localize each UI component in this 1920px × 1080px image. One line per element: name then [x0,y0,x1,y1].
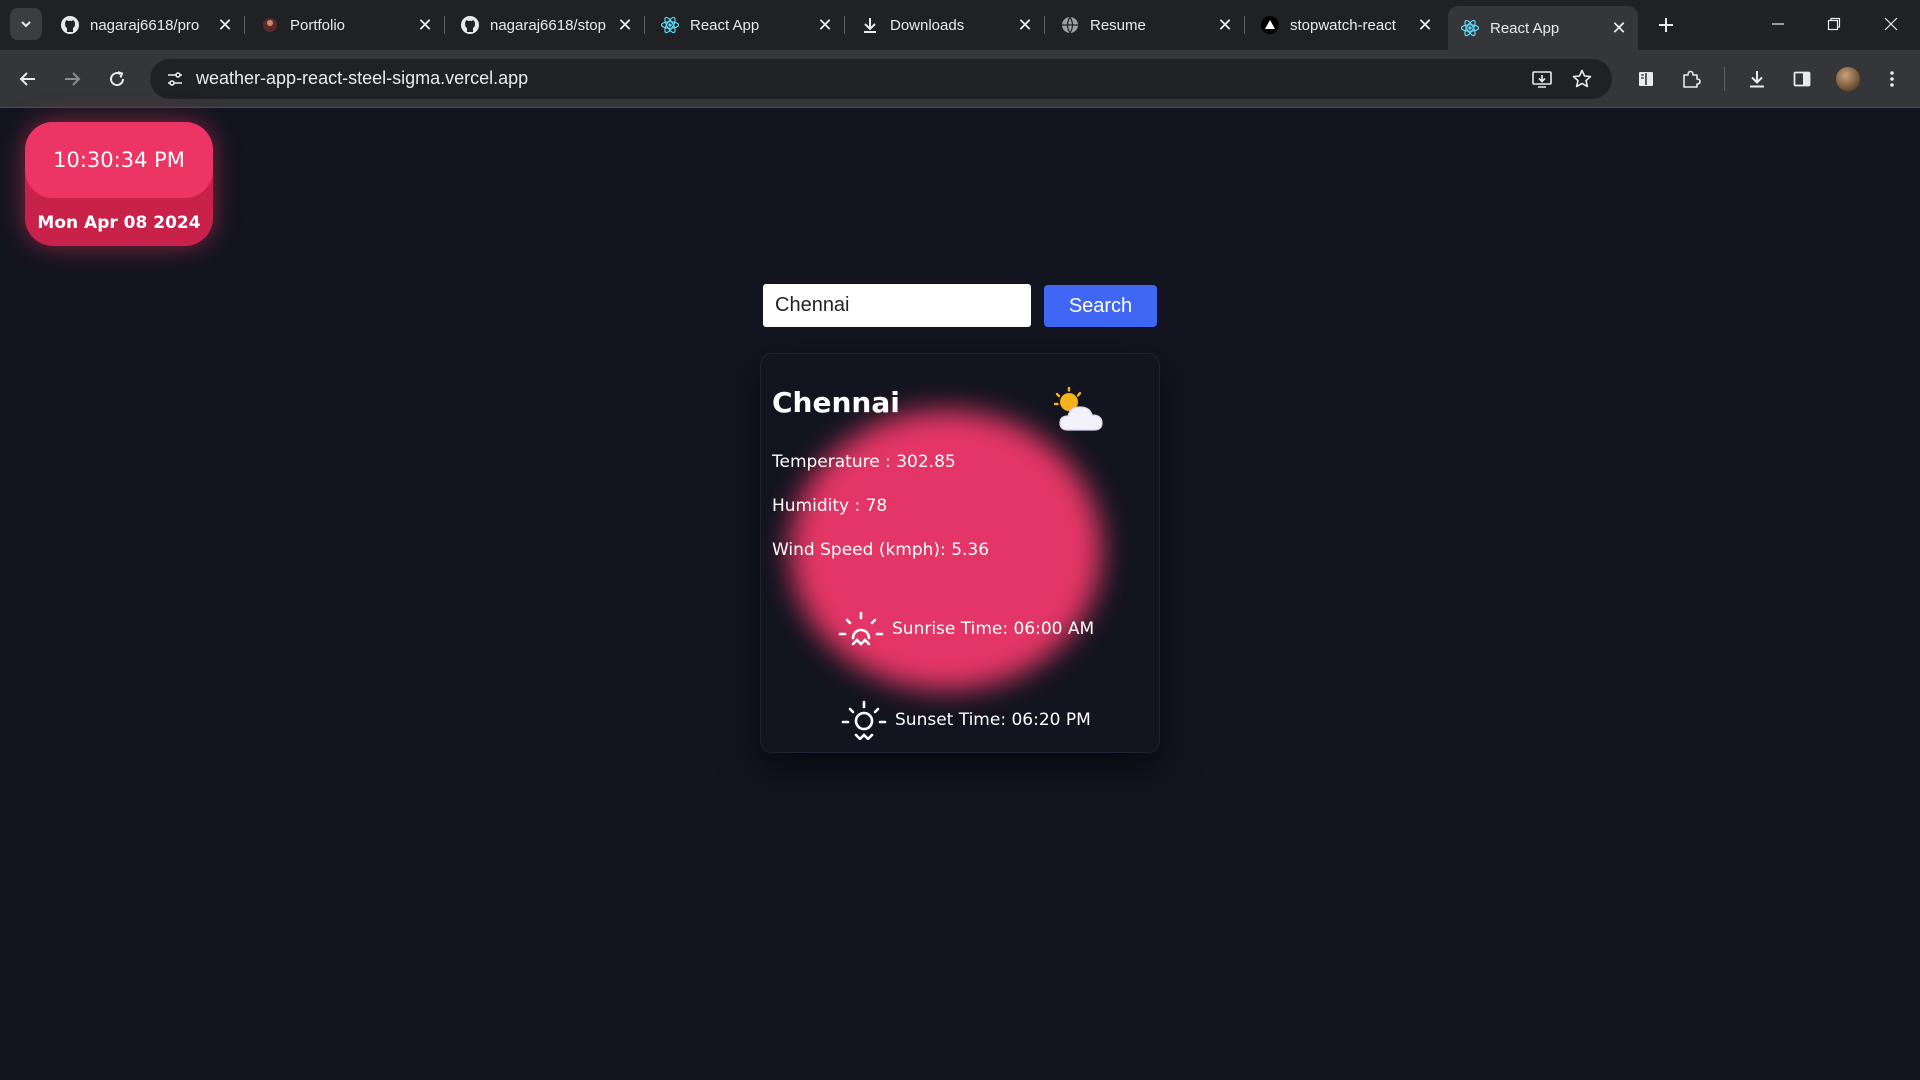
clock-date: Mon Apr 08 2024 [37,213,201,233]
portfolio-icon [260,15,280,35]
tab-title: React App [1490,19,1560,37]
tab-title: nagaraj6618/stop [490,16,606,34]
tab-title: Downloads [890,16,965,34]
city-name: Chennai [772,386,900,419]
sunset-row: Sunset Time: 06:20 PM [841,700,1091,740]
wind-speed-text: Wind Speed (kmph): 5.36 [772,540,990,560]
react-icon [660,15,680,35]
tab-close-icon[interactable]: ✕ [1214,14,1236,36]
browser-tab[interactable]: Resume ✕ [1048,8,1245,42]
browser-tab[interactable]: Downloads ✕ [848,8,1045,42]
tab-title: nagaraj6618/pro [90,16,200,34]
forward-button[interactable] [56,63,88,95]
vercel-icon [1260,15,1280,35]
tab-close-icon[interactable]: ✕ [614,14,636,36]
toolbar-separator [1724,67,1725,91]
puzzle-icon [1683,70,1701,88]
tab-close-icon[interactable]: ✕ [414,14,436,36]
bookmark-button[interactable] [1566,63,1598,95]
downloads-button[interactable] [1741,63,1773,95]
tab-title: Portfolio [290,16,346,34]
install-icon [1532,71,1552,88]
chevron-down-icon [21,21,31,28]
install-app-button[interactable] [1526,63,1558,95]
tab-separator [444,16,445,34]
back-button[interactable] [12,63,44,95]
extensions-button[interactable] [1675,63,1707,95]
sunset-time: Sunset Time: 06:20 PM [895,710,1091,730]
book-icon [1639,72,1653,86]
tab-close-icon[interactable]: ✕ [214,14,236,36]
github-icon [460,15,480,35]
temperature-text: Temperature : 302.85 [772,452,956,472]
restore-button[interactable] [1814,8,1854,40]
tab-separator [844,16,845,34]
tab-separator [1044,16,1045,34]
humidity-text: Humidity : 78 [772,496,888,516]
tab-close-icon[interactable]: ✕ [1414,14,1436,36]
side-panel-icon [1793,71,1811,87]
arrow-left-icon [19,72,35,86]
reload-button[interactable] [101,63,133,95]
restore-icon [1827,17,1841,31]
more-vertical-icon [1890,71,1894,87]
browser-menu-button[interactable] [1876,63,1908,95]
side-panel-button[interactable] [1786,63,1818,95]
sunrise-time: Sunrise Time: 06:00 AM [892,619,1095,639]
globe-icon [1060,15,1080,35]
tab-close-icon[interactable]: ✕ [1014,14,1036,36]
tab-close-icon[interactable]: ✕ [814,14,836,36]
browser-tab[interactable]: React App ✕ [648,8,845,42]
address-url[interactable]: weather-app-react-steel-sigma.vercel.app [196,68,528,89]
city-search-input[interactable] [763,284,1031,327]
sunrise-row: Sunrise Time: 06:00 AM [838,610,1094,648]
tab-title: Resume [1090,16,1146,34]
arrow-right-icon [65,72,81,86]
tab-title: stopwatch-react [1290,16,1396,34]
download-icon [860,15,880,35]
tab-separator [244,16,245,34]
browser-tab[interactable]: nagaraj6618/pro ✕ [48,8,245,42]
site-settings-icon[interactable] [162,66,188,92]
sunrise-icon [838,611,884,646]
download-icon [1750,71,1764,88]
profile-avatar[interactable] [1836,67,1860,91]
clock-time: 10:30:34 PM [25,122,213,198]
reload-icon [110,71,125,87]
reading-mode-button[interactable] [1630,63,1662,95]
sunset-icon [841,700,887,740]
browser-tab[interactable]: nagaraj6618/stop ✕ [448,8,645,42]
star-icon [1572,69,1592,88]
plus-icon [1659,18,1673,32]
new-tab-button[interactable] [1652,11,1680,39]
tab-close-icon[interactable]: ✕ [1608,17,1630,39]
minimize-button[interactable] [1758,8,1798,40]
close-icon [1884,17,1898,31]
browser-tab[interactable]: Portfolio ✕ [248,8,445,42]
react-icon [1460,18,1480,38]
browser-tab[interactable]: stopwatch-react ✕ [1248,8,1444,42]
github-icon [60,15,80,35]
tab-title: React App [690,16,760,34]
search-button[interactable]: Search [1044,285,1157,327]
minimize-icon [1772,23,1784,25]
tab-separator [644,16,645,34]
close-window-button[interactable] [1871,8,1911,40]
browser-tab-active[interactable]: React App ✕ [1448,6,1638,50]
tab-search-button[interactable] [10,8,42,40]
tab-separator [1244,16,1245,34]
partly-cloudy-icon [1052,386,1110,438]
